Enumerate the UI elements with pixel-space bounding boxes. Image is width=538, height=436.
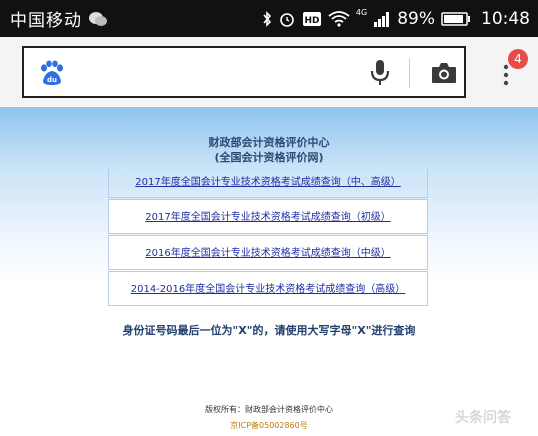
notification-badge: 4 [508, 49, 528, 69]
bluetooth-icon [263, 10, 271, 27]
status-icons: HD 4G 89% 10:48 [262, 0, 530, 37]
svg-text:du: du [47, 76, 57, 84]
query-link-2017-intermediate-senior[interactable]: 2017年度全国会计专业技术资格考试成绩查询（中、高级） [108, 168, 428, 198]
watermark: 头条问答 [455, 410, 511, 426]
query-link-2014-2016-senior[interactable]: 2014-2016年度全国会计专业技术资格考试成绩查询（高级） [108, 271, 428, 306]
battery-icon [441, 11, 470, 26]
network-type: 4G [355, 8, 368, 17]
address-bar-divider [409, 58, 410, 88]
camera-icon[interactable] [430, 61, 458, 85]
microphone-icon[interactable] [369, 59, 391, 87]
address-bar[interactable]: du [22, 46, 466, 98]
org-subtitle: (全国会计资格评价网) [214, 151, 324, 164]
svg-text:HD: HD [304, 16, 319, 26]
wechat-icon [89, 11, 107, 26]
clock: 10:48 [481, 8, 530, 29]
org-name: 财政部会计资格评价中心 [208, 136, 330, 149]
browser-toolbar: du 4 [0, 37, 538, 107]
baidu-paw-icon: du [41, 60, 63, 85]
query-link-2017-junior[interactable]: 2017年度全国会计专业技术资格考试成绩查询（初级） [108, 199, 428, 234]
battery-percent: 89% [397, 8, 435, 29]
signal-icon [374, 11, 390, 27]
status-bar: 中国移动 HD 4G 89% 10:48 [0, 0, 538, 37]
query-link-list: 2017年度全国会计专业技术资格考试成绩查询（中、高级） 2017年度全国会计专… [108, 168, 428, 307]
wifi-icon [328, 10, 350, 27]
org-header: 财政部会计资格评价中心 (全国会计资格评价网) [0, 135, 538, 165]
web-page: 财政部会计资格评价中心 (全国会计资格评价网) 2017年度全国会计专业技术资格… [0, 107, 538, 436]
hd-icon: HD [302, 11, 321, 26]
id-number-note: 身份证号码最后一位为"X"的，请使用大写字母"X"进行查询 [122, 324, 416, 337]
query-link-2016-intermediate[interactable]: 2016年度全国会计专业技术资格考试成绩查询（中级） [108, 235, 428, 270]
alarm-icon [280, 12, 294, 27]
carrier-name: 中国移动 [10, 11, 82, 31]
